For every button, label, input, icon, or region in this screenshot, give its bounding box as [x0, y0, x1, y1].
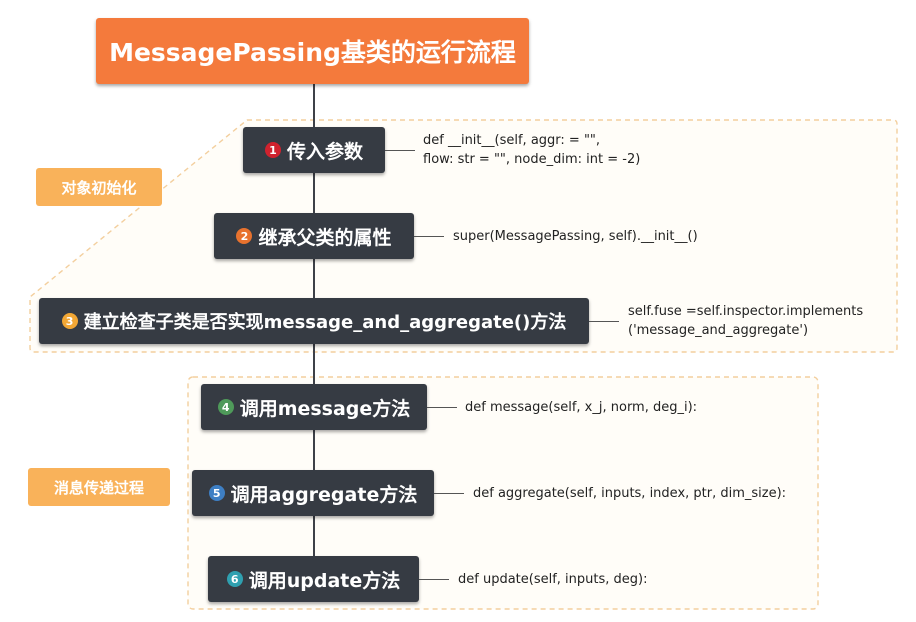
step-1-label: 传入参数	[286, 140, 363, 163]
step-3-label: 建立检查子类是否实现message_and_aggregate()方法	[83, 312, 567, 333]
step-1-code-line-1: def __init__(self, aggr: = "",	[423, 133, 601, 148]
step-4-code: def message(self, x_j, norm, deg_i):	[465, 400, 698, 415]
step-6-connector	[419, 579, 449, 580]
step-4-label: 调用message方法	[239, 397, 411, 420]
step-6-number-badge: 6	[226, 571, 243, 587]
step-5-label: 调用aggregate方法	[230, 483, 418, 506]
step-4-number-badge: 4	[217, 399, 234, 415]
step-2-number-badge: 2	[236, 228, 253, 244]
group-label-message: 消息传递过程	[28, 468, 170, 506]
step-1-code: def __init__(self, aggr: = "", flow: str…	[423, 131, 640, 169]
step-3-code: self.fuse =self.inspector.implements ('m…	[628, 302, 863, 340]
group-label-init: 对象初始化	[36, 168, 162, 206]
step-3-code-line-2: ('message_and_aggregate')	[628, 323, 809, 338]
step-1-box: 1 传入参数	[243, 127, 385, 173]
diagram-title: MessagePassing基类的运行流程	[96, 18, 529, 84]
step-5-number-badge: 5	[208, 485, 225, 501]
step-3-number-badge: 3	[61, 313, 78, 329]
step-1-connector	[385, 150, 415, 151]
step-5-code: def aggregate(self, inputs, index, ptr, …	[473, 486, 787, 501]
step-4-connector	[427, 407, 457, 408]
step-1-code-line-2: flow: str = "", node_dim: int = -2)	[423, 152, 641, 167]
step-2-code: super(MessagePassing, self).__init__()	[453, 229, 698, 244]
step-1-number-badge: 1	[264, 142, 281, 158]
step-2-connector	[414, 236, 444, 237]
step-3-connector	[589, 321, 619, 322]
step-5-connector	[434, 493, 464, 494]
step-6-code: def update(self, inputs, deg):	[458, 572, 648, 587]
step-2-box: 2 继承父类的属性	[214, 213, 414, 259]
step-4-box: 4 调用message方法	[201, 384, 427, 430]
step-6-box: 6 调用update方法	[208, 556, 419, 602]
step-2-label: 继承父类的属性	[258, 226, 392, 249]
step-3-code-line-1: self.fuse =self.inspector.implements	[628, 304, 864, 319]
step-6-label: 调用update方法	[248, 569, 401, 592]
step-3-box: 3 建立检查子类是否实现message_and_aggregate()方法	[39, 298, 589, 344]
step-5-box: 5 调用aggregate方法	[192, 470, 434, 516]
